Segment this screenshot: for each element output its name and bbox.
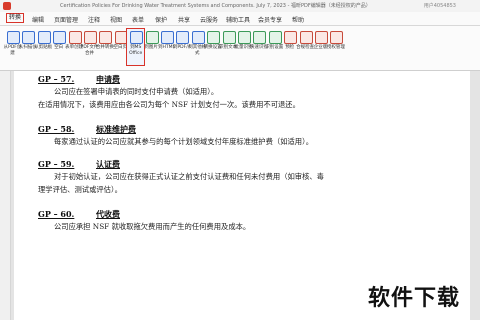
paragraph-line: 公司应在签署申请表的同时支付申请费（如适用）。 [54,87,219,96]
watermark-text: 软件下载 [367,286,460,311]
paragraph-line: 每家通过认证的公司应就其参与的每个计划领域支付年度标准维护费（如适用）。 [54,137,314,146]
tool-label: 授权管理 [326,45,345,50]
menu-item-10[interactable]: 会员专享 [258,15,282,24]
menu-item-0[interactable]: 转换 [6,13,25,23]
menu-item-3[interactable]: 注释 [88,15,100,24]
tool-icon [37,31,51,44]
convert-ribbon: 从PDF创建 从扫描仪 从剪贴板 空白 表单创建 PDF文件合并 合并转换 空白页 到MS Of… [0,26,480,71]
tool-icon [299,31,313,44]
tool-icon [145,31,159,44]
tool-icon [191,31,205,44]
tool-icon [207,31,221,44]
menu-item-6[interactable]: 保护 [155,15,167,24]
menu-item-11[interactable]: 帮助 [292,15,304,24]
tool-icon [222,31,236,44]
paragraph-line: 理学评估、测试或评估）。 [38,185,122,194]
user-account[interactable]: 用户4054853 [424,2,456,9]
section-heading: GP – 58. 标准维护费 [38,124,136,135]
tool-icon [99,31,113,44]
tool-icon [22,31,36,44]
section-code: GP – 59. [38,159,75,169]
tool-icon [238,31,251,44]
tool-icon [7,31,20,44]
menu-item-7[interactable]: 共享 [178,15,190,24]
window-title: Certification Policies For Drinking Wate… [60,3,371,9]
tool-icon [284,31,298,44]
tool-icon [161,31,174,44]
tool-icon [330,31,344,44]
menu-item-8[interactable]: 云服务 [200,15,218,24]
section-heading: GP – 60. 代收费 [38,209,120,220]
section-heading: GP – 59. 认证费 [38,159,120,170]
menu-item-1[interactable]: 编辑 [32,15,44,24]
section-title: 申请费 [96,74,120,84]
menu-bar: 转换 编辑 页面管理 注释 视图 表单 保护 共享 云服务 辅助工具 会员专享 帮助 [0,12,480,26]
section-title: 标准维护费 [96,124,136,134]
tool-icon [176,31,190,44]
tool-icon [114,31,128,44]
tool-icon [68,31,82,44]
tool-icon [130,31,144,44]
ribbon-tool-21[interactable]: 授权管理 [326,29,345,65]
section-code: GP – 60. [38,209,75,219]
paragraph-line: 对于初始认证，公司应在获得正式认证之前支付认证费和任何未付费用（如审核、毒 [54,172,324,181]
paragraph-line: 公司应承担 NSF 就收取拖欠费用而产生的任何费用及成本。 [54,222,251,231]
document-page: 软件下载 GP – 57. 申请费公司应在签署申请表的同时支付申请费（如适用）。在… [14,71,470,320]
menu-item-9[interactable]: 辅助工具 [226,15,250,24]
section-code: GP – 58. [38,124,75,134]
menu-item-4[interactable]: 视图 [110,15,122,24]
menu-item-5[interactable]: 表单 [132,15,144,24]
left-sidebar[interactable] [0,71,11,320]
app-logo-icon [3,2,11,10]
section-heading: GP – 57. 申请费 [38,74,120,85]
paragraph-line: 在适用情况下，该费用应由各公司为每个 NSF 计划支付一次。该费用不可退还。 [38,100,300,109]
tool-icon [315,31,328,44]
tool-icon [253,31,267,44]
tool-icon [53,31,67,44]
section-title: 代收费 [96,209,120,219]
section-title: 认证费 [96,159,120,169]
tool-icon [84,31,97,44]
menu-item-2[interactable]: 页面管理 [54,15,78,24]
tool-icon [268,31,282,44]
section-code: GP – 57. [38,74,75,84]
